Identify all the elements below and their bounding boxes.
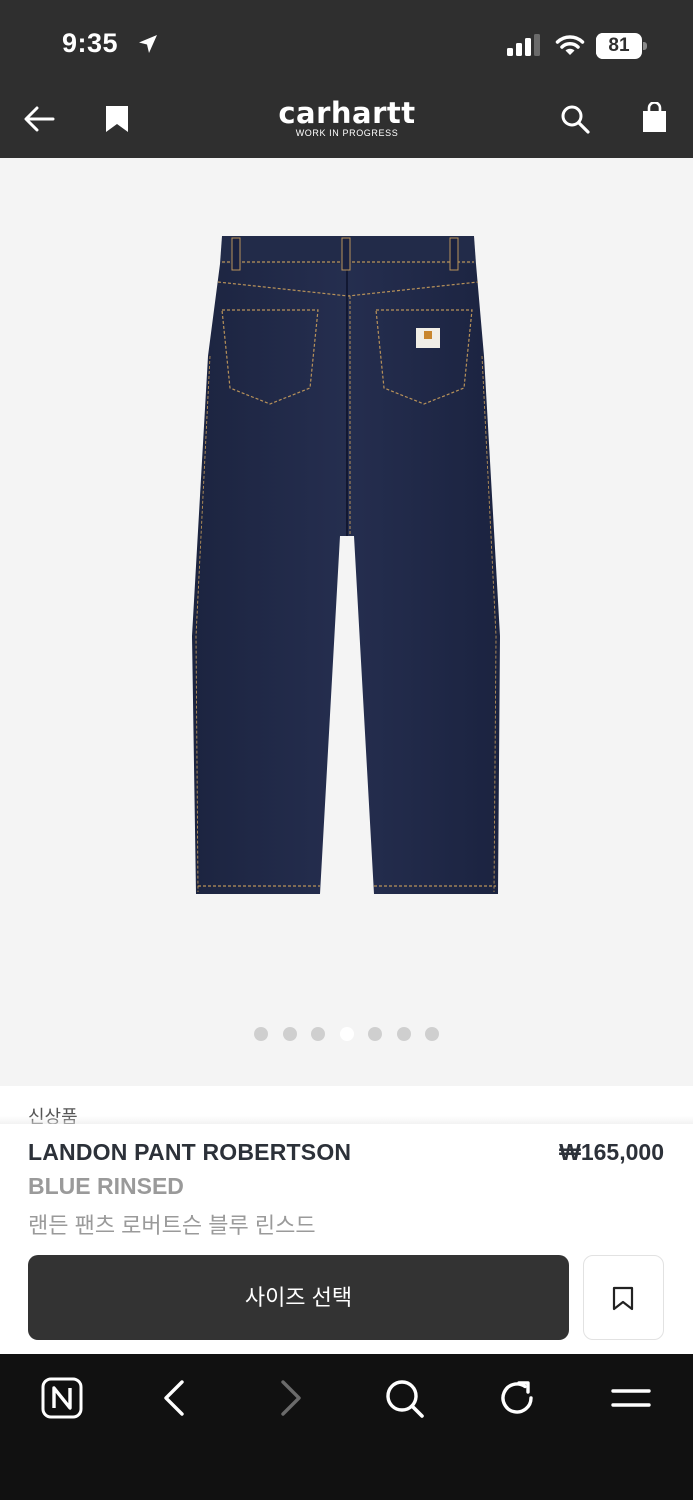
product-name-korean: 랜든 팬츠 로버트슨 블루 린스드 <box>28 1213 316 1238</box>
app-header: 9:35 81 carhartt WORK IN PROGRESS <box>0 0 693 158</box>
carhartt-logo[interactable]: carhartt WORK IN PROGRESS <box>265 98 429 142</box>
pagination-dot[interactable] <box>254 1027 268 1041</box>
logo-wordmark: carhartt <box>278 96 416 130</box>
product-price: ₩165,000 <box>559 1139 664 1165</box>
pagination-dot-active[interactable] <box>339 1027 354 1041</box>
location-arrow-icon <box>139 35 157 53</box>
search-icon[interactable] <box>382 1376 426 1420</box>
forward-chevron-icon[interactable] <box>268 1376 312 1420</box>
signal-icon <box>507 34 540 56</box>
pagination-dot[interactable] <box>425 1027 439 1041</box>
wifi-icon <box>555 35 585 55</box>
bookmark-outline-icon <box>612 1286 634 1311</box>
status-time: 9:35 <box>62 28 119 58</box>
product-info: 신상품 LANDON PANT ROBERTSON ₩165,000 BLUE … <box>0 1086 693 1354</box>
battery-icon: 81 <box>596 33 648 59</box>
gallery-pagination[interactable] <box>254 1027 439 1041</box>
browser-toolbar <box>0 1354 693 1500</box>
back-chevron-icon[interactable] <box>153 1376 197 1420</box>
shopping-bag-icon[interactable] <box>641 102 668 134</box>
select-size-button[interactable]: 사이즈 선택 <box>28 1255 569 1340</box>
menu-icon[interactable] <box>609 1376 653 1420</box>
search-icon[interactable] <box>560 104 590 134</box>
product-name: LANDON PANT ROBERTSON <box>28 1139 352 1165</box>
pagination-dot[interactable] <box>311 1027 325 1041</box>
refresh-icon[interactable] <box>495 1376 539 1420</box>
product-color: BLUE RINSED <box>28 1173 184 1199</box>
purchase-panel: LANDON PANT ROBERTSON ₩165,000 BLUE RINS… <box>0 1124 693 1354</box>
naver-n-icon[interactable] <box>40 1376 84 1420</box>
wishlist-button[interactable] <box>583 1255 664 1340</box>
pagination-dot[interactable] <box>396 1027 411 1041</box>
product-image[interactable] <box>188 236 506 900</box>
pagination-dot[interactable] <box>368 1027 382 1041</box>
pagination-dot[interactable] <box>282 1027 297 1041</box>
product-gallery[interactable] <box>0 158 693 1086</box>
bookmark-icon[interactable] <box>104 104 130 134</box>
battery-percent: 81 <box>608 35 630 56</box>
back-arrow-icon[interactable] <box>22 104 56 134</box>
